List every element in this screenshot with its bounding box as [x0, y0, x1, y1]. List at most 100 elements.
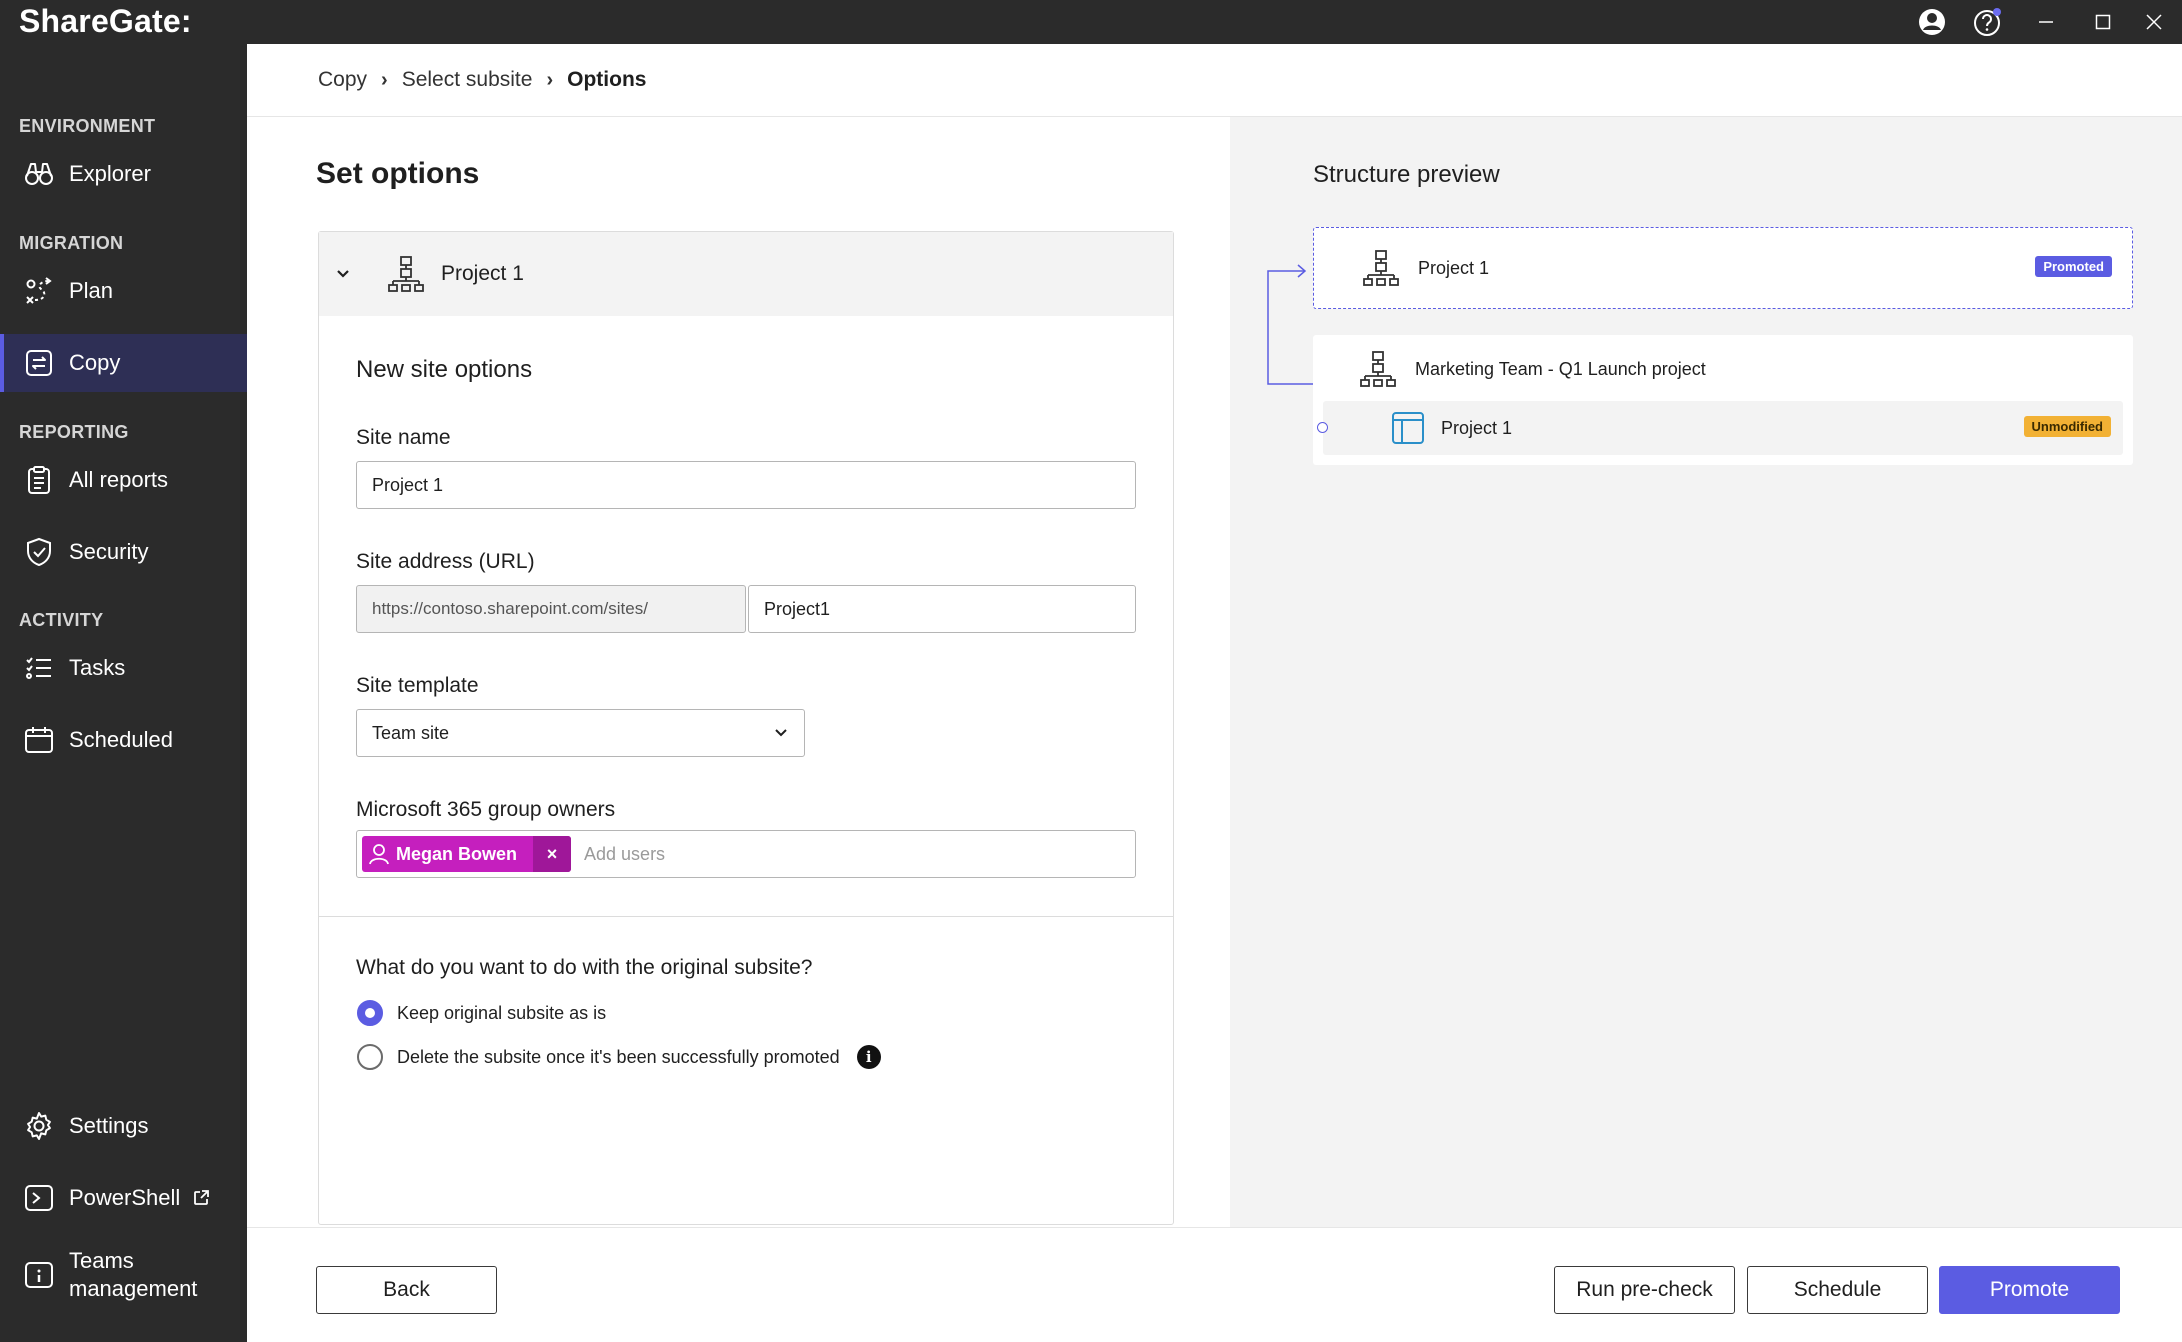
- terminal-icon: [23, 1182, 55, 1214]
- report-icon: [23, 464, 55, 496]
- account-icon[interactable]: [1904, 0, 1960, 44]
- sidebar-item-all-reports[interactable]: All reports: [0, 451, 247, 509]
- sidebar-item-label: Security: [69, 539, 149, 564]
- card-header[interactable]: Project 1: [319, 232, 1173, 316]
- divider: [319, 916, 1173, 917]
- sidebar-item-label: Explorer: [69, 161, 151, 186]
- breadcrumb-select-subsite[interactable]: Select subsite: [402, 68, 533, 92]
- tasks-icon: [23, 652, 55, 684]
- section-reporting: REPORTING: [19, 422, 129, 442]
- sidebar-item-scheduled[interactable]: Scheduled: [0, 711, 247, 769]
- remove-user-button[interactable]: ×: [533, 836, 572, 872]
- site-name-input[interactable]: Project 1: [356, 461, 1136, 509]
- add-users-input[interactable]: Add users: [584, 844, 665, 865]
- preview-title: Structure preview: [1313, 161, 1500, 188]
- owners-label: Microsoft 365 group owners: [356, 798, 616, 821]
- sidebar-item-label: Tasks: [69, 655, 126, 680]
- sidebar-item-label-line1: Teams: [69, 1248, 134, 1273]
- radio-label: Delete the subsite once it's been succes…: [397, 1046, 840, 1067]
- back-button[interactable]: Back: [316, 1266, 497, 1314]
- sidebar-item-security[interactable]: Security: [0, 523, 247, 581]
- original-subsite-question: What do you want to do with the original…: [356, 956, 813, 979]
- site-template-value: Team site: [372, 722, 450, 743]
- structure-preview-panel: Structure preview Project 1 Promoted Mar…: [1230, 117, 2182, 1227]
- copy-icon: [23, 347, 55, 379]
- preview-node-parent: Marketing Team - Q1 Launch project Proje…: [1313, 335, 2133, 465]
- sidebar-item-copy[interactable]: Copy: [0, 334, 247, 392]
- title-bar: ShareGate:: [0, 0, 2182, 44]
- app-logo: ShareGate:: [19, 3, 192, 39]
- node-title: Marketing Team - Q1 Launch project: [1415, 358, 1706, 379]
- site-address-input[interactable]: Project1: [748, 585, 1136, 633]
- external-link-icon: [192, 1189, 210, 1207]
- site-name-label: Site name: [356, 426, 451, 449]
- preview-node-child: Project 1 Unmodified: [1317, 401, 2123, 455]
- user-chip-name: Megan Bowen: [396, 843, 518, 864]
- sidebar-item-label: Copy: [69, 350, 121, 375]
- breadcrumb-separator: ›: [546, 68, 554, 91]
- calendar-icon: [23, 724, 55, 756]
- radio-button[interactable]: [357, 1000, 383, 1026]
- sidebar-item-teams-management[interactable]: Teams management: [0, 1240, 247, 1310]
- close-icon[interactable]: [2126, 0, 2182, 44]
- promote-button[interactable]: Promote: [1939, 1266, 2120, 1314]
- shield-icon: [23, 536, 55, 568]
- sidebar-item-label: Teams management: [69, 1247, 197, 1303]
- sidebar-item-label: Settings: [69, 1113, 149, 1138]
- chevron-down-icon[interactable]: [333, 264, 357, 284]
- sidebar-item-label: All reports: [69, 467, 169, 492]
- teams-icon: [23, 1259, 55, 1291]
- node-title: Project 1: [1418, 257, 1490, 278]
- gear-icon: [23, 1110, 55, 1142]
- sidebar-item-plan[interactable]: Plan: [0, 262, 247, 320]
- page-title: Set options: [316, 157, 480, 190]
- site-hierarchy-icon: [1359, 350, 1397, 388]
- sidebar-item-label-line2: management: [69, 1276, 198, 1301]
- section-title: New site options: [356, 356, 533, 383]
- sidebar-item-label: PowerShell: [69, 1185, 181, 1210]
- sidebar-item-powershell[interactable]: PowerShell: [0, 1169, 247, 1227]
- site-hierarchy-icon: [1362, 249, 1400, 287]
- breadcrumb-copy[interactable]: Copy: [318, 68, 367, 92]
- minimize-icon[interactable]: [2018, 0, 2074, 44]
- binoculars-icon: [23, 158, 55, 190]
- status-badge-promoted: Promoted: [2035, 256, 2112, 277]
- section-migration: MIGRATION: [19, 233, 124, 253]
- owners-picker[interactable]: Megan Bowen × Add users: [356, 830, 1136, 878]
- sidebar-item-label: Plan: [69, 278, 114, 303]
- radio-button[interactable]: [357, 1044, 383, 1070]
- plan-icon: [23, 275, 55, 307]
- site-address-label: Site address (URL): [356, 550, 535, 573]
- schedule-button[interactable]: Schedule: [1747, 1266, 1928, 1314]
- breadcrumb-separator: ›: [381, 68, 388, 91]
- site-hierarchy-icon: [387, 255, 425, 293]
- node-title: Project 1: [1441, 417, 1513, 438]
- radio-label: Keep original subsite as is: [397, 1002, 607, 1023]
- footer-actions: Back Run pre-check Schedule Promote: [247, 1227, 2182, 1342]
- section-activity: ACTIVITY: [19, 610, 104, 630]
- status-badge-unmodified: Unmodified: [2023, 416, 2111, 437]
- breadcrumb: Copy › Select subsite › Options: [247, 44, 2182, 117]
- sidebar-item-settings[interactable]: Settings: [0, 1097, 247, 1155]
- card-header-title: Project 1: [441, 262, 524, 285]
- maximize-icon[interactable]: [2075, 0, 2131, 44]
- connector-dot: [1317, 422, 1328, 433]
- radio-delete-subsite[interactable]: Delete the subsite once it's been succes…: [357, 1044, 881, 1070]
- sidebar-item-label: Scheduled: [69, 727, 173, 752]
- person-icon: [362, 836, 396, 872]
- subsite-icon: [1391, 411, 1425, 445]
- site-address-prefix: https://contoso.sharepoint.com/sites/: [356, 585, 746, 633]
- sidebar-item-tasks[interactable]: Tasks: [0, 639, 247, 697]
- sidebar-item-explorer[interactable]: Explorer: [0, 145, 247, 203]
- run-precheck-button[interactable]: Run pre-check: [1554, 1266, 1735, 1314]
- options-panel: Set options Project 1 New site options S…: [247, 117, 1230, 1227]
- site-template-label: Site template: [356, 674, 479, 697]
- site-template-select[interactable]: Team site: [356, 709, 805, 757]
- help-icon[interactable]: [1960, 0, 2016, 44]
- chevron-down-icon: [772, 724, 790, 742]
- user-chip[interactable]: Megan Bowen ×: [362, 836, 572, 872]
- section-environment: ENVIRONMENT: [19, 116, 156, 136]
- options-card: Project 1 New site options Site name Pro…: [318, 231, 1174, 1225]
- info-icon[interactable]: i: [856, 1045, 881, 1069]
- radio-keep-original[interactable]: Keep original subsite as is: [357, 1000, 606, 1026]
